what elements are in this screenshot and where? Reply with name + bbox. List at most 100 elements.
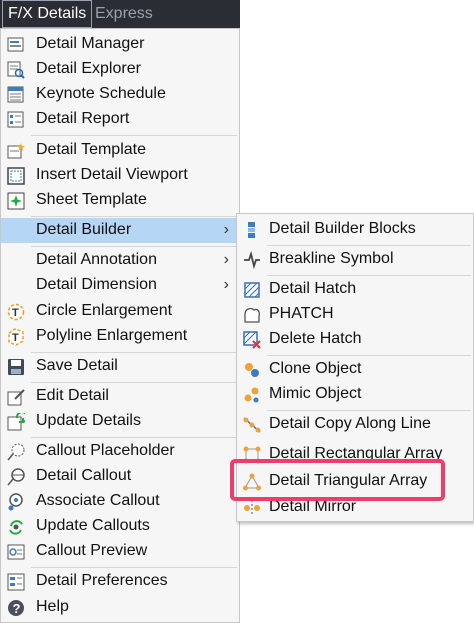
menu-item-circle-enlargement[interactable]: T Circle Enlargement [1, 299, 239, 324]
menu-item-label: Detail Report [36, 110, 130, 127]
menu-item-label: Detail Template [36, 141, 146, 158]
menu-item-label: Insert Detail Viewport [36, 166, 188, 183]
menu-separator [31, 382, 237, 383]
menu-item-detail-annotation[interactable]: Detail Annotation › [1, 248, 239, 273]
menu-item-label: Callout Placeholder [36, 442, 175, 459]
svg-text:T: T [12, 332, 19, 344]
menu-item-label: Edit Detail [36, 387, 109, 404]
menu-separator [31, 352, 237, 353]
menu-item-label: Detail Dimension [36, 276, 157, 293]
builder-blocks-icon [243, 221, 261, 239]
submenu-item-label: Delete Hatch [269, 330, 362, 347]
submenu-item-clone-object[interactable]: Clone Object [237, 357, 473, 382]
menu-separator [267, 275, 471, 276]
submenu-arrow-icon: › [223, 221, 229, 238]
detail-mirror-icon [243, 499, 261, 517]
menu-separator [31, 216, 237, 217]
insert-viewport-icon [7, 167, 25, 185]
menu-item-label: Callout Preview [36, 542, 148, 559]
update-callouts-icon [7, 518, 25, 536]
menu-item-detail-report[interactable]: Detail Report [1, 107, 239, 132]
menu-item-insert-detail-viewport[interactable]: Insert Detail Viewport [1, 163, 239, 188]
menu-separator [31, 246, 237, 247]
keynote-schedule-icon [7, 86, 25, 104]
menu-item-detail-manager[interactable]: Detail Manager [1, 32, 239, 57]
submenu-item-detail-hatch[interactable]: Detail Hatch [237, 277, 473, 302]
clone-object-icon [243, 361, 261, 379]
menu-item-update-callouts[interactable]: Update Callouts [1, 514, 239, 539]
menu-item-detail-callout[interactable]: Detail Callout [1, 464, 239, 489]
edit-detail-icon [7, 388, 25, 406]
svg-text:?: ? [13, 601, 21, 616]
submenu-item-detail-copy-along-line[interactable]: Detail Copy Along Line [237, 412, 473, 437]
menu-tab-fx-details[interactable]: F/X Details [2, 0, 93, 28]
submenu-item-label: Mimic Object [269, 385, 362, 402]
menu-item-keynote-schedule[interactable]: Keynote Schedule [1, 82, 239, 107]
submenu-item-mimic-object[interactable]: Mimic Object [237, 382, 473, 407]
associate-callout-icon [7, 493, 25, 511]
update-details-icon [7, 413, 25, 431]
menu-item-label: Save Detail [36, 357, 118, 374]
menu-bar: F/X Details Express [0, 0, 240, 28]
callout-placeholder-icon [7, 443, 25, 461]
menu-separator [267, 355, 471, 356]
menu-item-detail-explorer[interactable]: Detail Explorer [1, 57, 239, 82]
submenu-item-label: Detail Hatch [269, 280, 357, 297]
menu-item-detail-dimension[interactable]: Detail Dimension › [1, 273, 239, 298]
menu-item-label: Detail Manager [36, 35, 145, 52]
menu-tab-express[interactable]: Express [90, 0, 158, 28]
submenu-arrow-icon: › [223, 251, 229, 268]
menu-separator [31, 135, 237, 136]
submenu-item-phatch[interactable]: PHATCH [237, 302, 473, 327]
submenu-arrow-icon: › [223, 276, 229, 293]
polyline-enlargement-icon: T [7, 328, 25, 346]
detail-manager-icon [7, 36, 25, 54]
menu-item-save-detail[interactable]: Save Detail [1, 354, 239, 379]
detail-explorer-icon [7, 61, 25, 79]
submenu-item-detail-builder-blocks[interactable]: Detail Builder Blocks [237, 217, 473, 242]
menu-item-label: Update Details [36, 412, 141, 429]
help-icon: ? [7, 599, 25, 617]
menu-item-help[interactable]: ? Help [1, 595, 239, 620]
menu-item-update-details[interactable]: Update Details [1, 409, 239, 434]
detail-callout-icon [7, 468, 25, 486]
menu-separator [31, 567, 237, 568]
menu-item-label: Associate Callout [36, 492, 160, 509]
detail-report-icon [7, 111, 25, 129]
menu-item-label: Detail Builder [36, 221, 132, 238]
menu-item-label: Update Callouts [36, 517, 150, 534]
menu-item-polyline-enlargement[interactable]: T Polyline Enlargement [1, 324, 239, 349]
menu-item-detail-template[interactable]: Detail Template [1, 138, 239, 163]
menu-item-label: Detail Annotation [36, 251, 157, 268]
fx-details-menu: Detail Manager Detail Explorer Keynote S… [0, 28, 240, 623]
menu-item-detail-builder[interactable]: Detail Builder › [1, 218, 239, 243]
breakline-icon [243, 251, 261, 269]
mimic-object-icon [243, 386, 261, 404]
menu-item-associate-callout[interactable]: Associate Callout [1, 489, 239, 514]
menu-item-detail-preferences[interactable]: Detail Preferences [1, 569, 239, 594]
menu-item-callout-placeholder[interactable]: Callout Placeholder [1, 439, 239, 464]
menu-item-sheet-template[interactable]: Sheet Template [1, 188, 239, 213]
phatch-icon [243, 306, 261, 324]
submenu-item-label: Detail Copy Along Line [269, 415, 431, 432]
menu-item-label: Keynote Schedule [36, 85, 166, 102]
circle-enlargement-icon: T [7, 303, 25, 321]
menu-item-label: Detail Callout [36, 467, 132, 484]
menu-item-label: Detail Preferences [36, 572, 168, 589]
menu-item-label: Circle Enlargement [36, 302, 173, 319]
menu-item-callout-preview[interactable]: Callout Preview [1, 539, 239, 564]
submenu-item-label: PHATCH [269, 305, 334, 322]
sheet-template-icon [7, 192, 25, 210]
submenu-item-delete-hatch[interactable]: Delete Hatch [237, 327, 473, 352]
menu-separator [267, 410, 471, 411]
menu-item-edit-detail[interactable]: Edit Detail [1, 384, 239, 409]
callout-preview-icon [7, 543, 25, 561]
detail-hatch-icon [243, 281, 261, 299]
menu-item-label: Help [36, 598, 69, 615]
menu-separator [267, 245, 471, 246]
menu-item-label: Detail Explorer [36, 60, 141, 77]
highlight-callout-box [230, 459, 445, 501]
save-detail-icon [7, 358, 25, 376]
submenu-item-breakline-symbol[interactable]: Breakline Symbol [237, 247, 473, 272]
detail-preferences-icon [7, 573, 25, 591]
